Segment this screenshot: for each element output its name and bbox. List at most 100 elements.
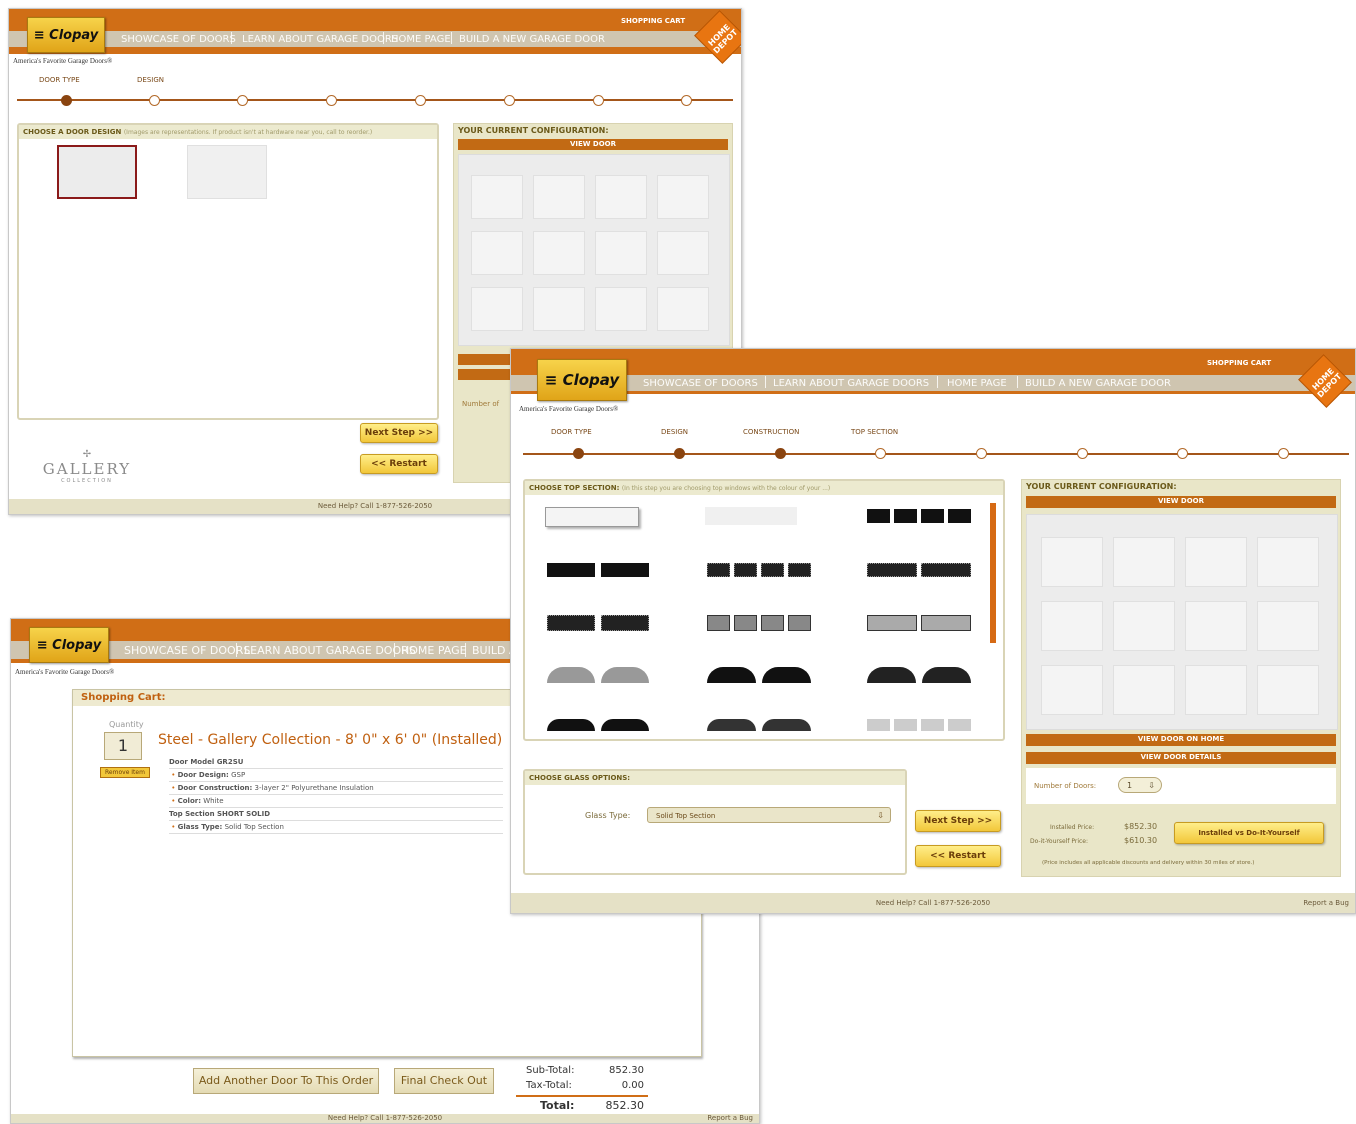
number-of-doors-select[interactable]: 1 ⇩: [1118, 777, 1162, 793]
top-option-arch2[interactable]: [547, 719, 649, 731]
nav-home[interactable]: HOME PAGE: [947, 378, 1007, 389]
nav-home[interactable]: HOME PAGE: [401, 644, 467, 657]
tagline: America's Favorite Garage Doors®: [13, 57, 113, 65]
step-dot[interactable]: [1177, 448, 1188, 459]
step-dot[interactable]: [593, 95, 604, 106]
glass-type-select[interactable]: Solid Top Section ⇩: [647, 807, 891, 823]
clopay-logo[interactable]: ≡ Clopay: [29, 627, 109, 663]
number-of-doors-label: Number of: [462, 400, 500, 408]
diy-price: $610.30: [1124, 836, 1158, 845]
step-dot[interactable]: [1077, 448, 1088, 459]
gallery-logo: ✢ GALLERY COLLECTION: [42, 449, 132, 484]
chevron-down-icon: ⇩: [877, 811, 884, 820]
top-option-2grid[interactable]: [867, 563, 971, 577]
step-dot[interactable]: [1278, 448, 1289, 459]
top-option-solid[interactable]: [545, 507, 639, 527]
tagline: America's Favorite Garage Doors®: [15, 668, 115, 676]
installed-vs-diy-button[interactable]: Installed vs Do-It-Yourself: [1174, 822, 1324, 844]
top-section-panel: CHOOSE TOP SECTION: (In this step you ar…: [523, 479, 1005, 741]
top-option-4pattern[interactable]: [707, 615, 811, 631]
step-door-type: DOOR TYPE: [551, 428, 592, 436]
add-another-door-button[interactable]: Add Another Door To This Order: [193, 1068, 379, 1094]
top-option-2long[interactable]: [547, 563, 649, 577]
step-dot[interactable]: [149, 95, 160, 106]
item-details: Door Model GR2SU • Door Design: GSP • Do…: [169, 756, 503, 834]
design-option-selected[interactable]: [57, 145, 137, 199]
nav-showcase[interactable]: SHOWCASE OF DOORS: [643, 378, 758, 389]
chevron-down-icon: ⇩: [1148, 781, 1155, 790]
step-dot[interactable]: [573, 448, 584, 459]
totals: Sub-Total: 852.30 Tax-Total: 0.00 Total: 85…: [516, 1065, 650, 1114]
nav-learn[interactable]: LEARN ABOUT GARAGE DOORS: [244, 644, 416, 657]
nav-showcase[interactable]: SHOWCASE OF DOORS: [121, 34, 236, 45]
installed-price-label: Installed Price:: [1050, 824, 1095, 831]
number-of-doors-label: Number of Doors:: [1034, 782, 1097, 790]
step-dot[interactable]: [326, 95, 337, 106]
step-dot[interactable]: [415, 95, 426, 106]
clopay-logo[interactable]: ≡ Clopay: [27, 17, 105, 53]
config-title: YOUR CURRENT CONFIGURATION:: [1026, 482, 1177, 491]
configuration-panel: YOUR CURRENT CONFIGURATION: VIEW DOOR VI…: [1021, 479, 1341, 877]
step-dot[interactable]: [674, 448, 685, 459]
design-option[interactable]: [187, 145, 267, 199]
restart-button[interactable]: << Restart: [915, 845, 1001, 867]
top-option-arch-grid2[interactable]: [707, 719, 811, 731]
cart-link[interactable]: SHOPPING CART: [1207, 359, 1271, 367]
top-option-4grid[interactable]: [707, 563, 811, 577]
quantity-label: Quantity: [109, 720, 144, 729]
step-dot[interactable]: [681, 95, 692, 106]
step-dot[interactable]: [875, 448, 886, 459]
nav-build[interactable]: BUILD A NEW GARAGE DOOR: [459, 34, 605, 45]
top-option-4win[interactable]: [867, 509, 971, 523]
top-option-2pattern[interactable]: [867, 615, 971, 631]
glass-type-label: Glass Type:: [585, 811, 631, 820]
panel-hint: (In this step you are choosing top windo…: [621, 485, 831, 492]
cart-link[interactable]: SHOPPING CART: [621, 17, 685, 25]
step-top-section: TOP SECTION: [851, 428, 899, 436]
tagline: America's Favorite Garage Doors®: [519, 405, 619, 413]
report-bug-link[interactable]: Report a Bug: [1303, 893, 1349, 913]
step-design: DESIGN: [137, 76, 164, 84]
config-title: YOUR CURRENT CONFIGURATION:: [458, 126, 609, 135]
remove-item-button[interactable]: Remove Item: [100, 767, 150, 778]
view-door-bar[interactable]: VIEW DOOR: [458, 139, 728, 150]
scrollbar[interactable]: [990, 503, 996, 643]
view-door-on-home-bar[interactable]: VIEW DOOR ON HOME: [1026, 734, 1336, 746]
diy-price-label: Do-it-Yourself Price:: [1030, 838, 1089, 845]
step-dot[interactable]: [775, 448, 786, 459]
step-dot[interactable]: [504, 95, 515, 106]
view-door-details-bar[interactable]: VIEW DOOR DETAILS: [1026, 752, 1336, 764]
nav-showcase[interactable]: SHOWCASE OF DOORS: [124, 644, 250, 657]
footer: Need Help? Call 1-877-526-2050 Report a …: [511, 893, 1355, 913]
top-option-arch-grid[interactable]: [867, 667, 971, 683]
step-construction: CONSTRUCTION: [743, 428, 800, 436]
restart-button[interactable]: << Restart: [360, 454, 438, 474]
step-dot[interactable]: [237, 95, 248, 106]
nav-learn[interactable]: LEARN ABOUT GARAGE DOORS: [242, 34, 398, 45]
nav-learn[interactable]: LEARN ABOUT GARAGE DOORS: [773, 378, 929, 389]
step-dot[interactable]: [61, 95, 72, 106]
quantity-field[interactable]: 1: [104, 732, 142, 760]
top-section-window: ≡ Clopay SHOWCASE OF DOORS LEARN ABOUT G…: [510, 348, 1356, 914]
header: [9, 9, 741, 54]
final-checkout-button[interactable]: Final Check Out: [394, 1068, 494, 1094]
next-step-button[interactable]: Next Step >>: [915, 810, 1001, 832]
installed-price: $852.30: [1124, 822, 1158, 831]
item-title: Steel - Gallery Collection - 8' 0" x 6' …: [158, 732, 503, 748]
top-option-2grid-b[interactable]: [547, 615, 649, 631]
top-option-arch[interactable]: [707, 667, 811, 683]
door-preview: [458, 154, 730, 346]
nav-home[interactable]: HOME PAGE: [391, 34, 451, 45]
step-door-type: DOOR TYPE: [39, 76, 80, 84]
next-step-button[interactable]: Next Step >>: [360, 423, 438, 443]
clopay-logo[interactable]: ≡ Clopay: [537, 359, 627, 401]
top-option-blank[interactable]: [705, 507, 797, 525]
step-dot[interactable]: [976, 448, 987, 459]
top-option-light[interactable]: [867, 719, 971, 731]
nav-build[interactable]: BUILD A NEW GARAGE DOOR: [1025, 378, 1171, 389]
door-preview: [1026, 514, 1338, 730]
panel-title: CHOOSE TOP SECTION:: [529, 484, 620, 492]
view-door-bar[interactable]: VIEW DOOR: [1026, 496, 1336, 508]
top-option-arch-pattern[interactable]: [547, 667, 649, 683]
glass-options-panel: CHOOSE GLASS OPTIONS: Glass Type: Solid …: [523, 769, 907, 875]
